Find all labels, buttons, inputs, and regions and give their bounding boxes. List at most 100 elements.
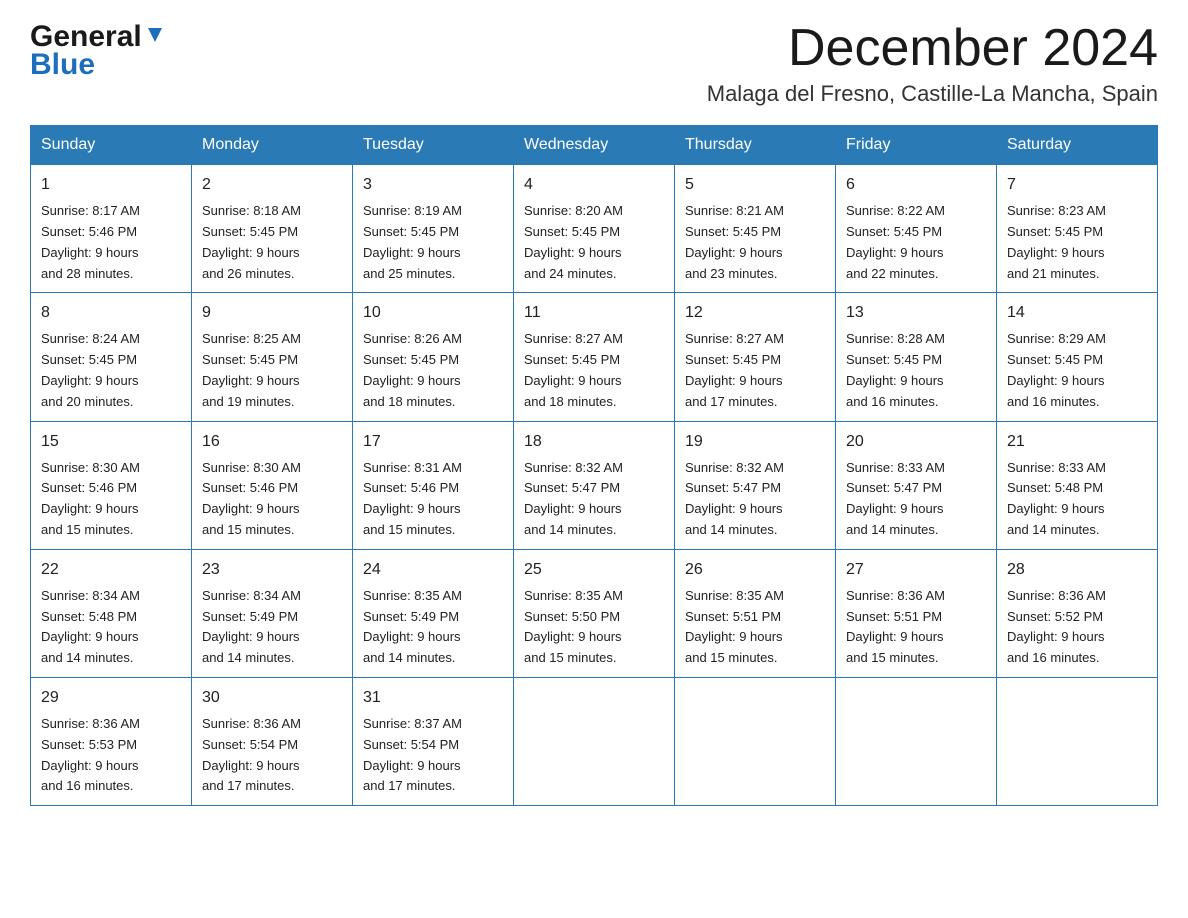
table-row: 31 Sunrise: 8:37 AMSunset: 5:54 PMDaylig…	[353, 677, 514, 805]
table-row: 24 Sunrise: 8:35 AMSunset: 5:49 PMDaylig…	[353, 549, 514, 677]
day-number: 19	[685, 430, 825, 454]
day-info: Sunrise: 8:28 AMSunset: 5:45 PMDaylight:…	[846, 331, 945, 408]
day-number: 28	[1007, 558, 1147, 582]
title-section: December 2024 Malaga del Fresno, Castill…	[707, 20, 1158, 107]
day-info: Sunrise: 8:21 AMSunset: 5:45 PMDaylight:…	[685, 203, 784, 280]
table-row: 14 Sunrise: 8:29 AMSunset: 5:45 PMDaylig…	[997, 293, 1158, 421]
day-info: Sunrise: 8:27 AMSunset: 5:45 PMDaylight:…	[685, 331, 784, 408]
table-row: 15 Sunrise: 8:30 AMSunset: 5:46 PMDaylig…	[31, 421, 192, 549]
day-number: 16	[202, 430, 342, 454]
calendar-week-row: 1 Sunrise: 8:17 AMSunset: 5:46 PMDayligh…	[31, 165, 1158, 293]
header-thursday: Thursday	[675, 126, 836, 165]
day-info: Sunrise: 8:36 AMSunset: 5:51 PMDaylight:…	[846, 588, 945, 665]
day-info: Sunrise: 8:25 AMSunset: 5:45 PMDaylight:…	[202, 331, 301, 408]
table-row: 22 Sunrise: 8:34 AMSunset: 5:48 PMDaylig…	[31, 549, 192, 677]
day-number: 20	[846, 430, 986, 454]
header-wednesday: Wednesday	[514, 126, 675, 165]
day-info: Sunrise: 8:30 AMSunset: 5:46 PMDaylight:…	[41, 460, 140, 537]
month-title: December 2024	[707, 20, 1158, 77]
day-number: 24	[363, 558, 503, 582]
table-row	[997, 677, 1158, 805]
day-info: Sunrise: 8:37 AMSunset: 5:54 PMDaylight:…	[363, 716, 462, 793]
table-row	[836, 677, 997, 805]
day-info: Sunrise: 8:36 AMSunset: 5:53 PMDaylight:…	[41, 716, 140, 793]
table-row: 29 Sunrise: 8:36 AMSunset: 5:53 PMDaylig…	[31, 677, 192, 805]
table-row: 21 Sunrise: 8:33 AMSunset: 5:48 PMDaylig…	[997, 421, 1158, 549]
table-row: 25 Sunrise: 8:35 AMSunset: 5:50 PMDaylig…	[514, 549, 675, 677]
day-info: Sunrise: 8:19 AMSunset: 5:45 PMDaylight:…	[363, 203, 462, 280]
table-row: 3 Sunrise: 8:19 AMSunset: 5:45 PMDayligh…	[353, 165, 514, 293]
logo-blue: Blue	[30, 48, 95, 82]
table-row: 10 Sunrise: 8:26 AMSunset: 5:45 PMDaylig…	[353, 293, 514, 421]
day-number: 3	[363, 173, 503, 197]
table-row: 12 Sunrise: 8:27 AMSunset: 5:45 PMDaylig…	[675, 293, 836, 421]
day-number: 18	[524, 430, 664, 454]
table-row: 7 Sunrise: 8:23 AMSunset: 5:45 PMDayligh…	[997, 165, 1158, 293]
day-info: Sunrise: 8:32 AMSunset: 5:47 PMDaylight:…	[524, 460, 623, 537]
table-row: 11 Sunrise: 8:27 AMSunset: 5:45 PMDaylig…	[514, 293, 675, 421]
table-row: 9 Sunrise: 8:25 AMSunset: 5:45 PMDayligh…	[192, 293, 353, 421]
logo-arrow-icon	[144, 24, 166, 46]
day-info: Sunrise: 8:31 AMSunset: 5:46 PMDaylight:…	[363, 460, 462, 537]
day-number: 13	[846, 301, 986, 325]
table-row	[514, 677, 675, 805]
day-number: 10	[363, 301, 503, 325]
day-number: 30	[202, 686, 342, 710]
calendar-table: Sunday Monday Tuesday Wednesday Thursday…	[30, 125, 1158, 806]
day-number: 17	[363, 430, 503, 454]
day-info: Sunrise: 8:26 AMSunset: 5:45 PMDaylight:…	[363, 331, 462, 408]
table-row: 28 Sunrise: 8:36 AMSunset: 5:52 PMDaylig…	[997, 549, 1158, 677]
location-title: Malaga del Fresno, Castille-La Mancha, S…	[707, 81, 1158, 107]
day-number: 27	[846, 558, 986, 582]
table-row: 5 Sunrise: 8:21 AMSunset: 5:45 PMDayligh…	[675, 165, 836, 293]
logo: General Blue	[30, 20, 166, 82]
day-info: Sunrise: 8:23 AMSunset: 5:45 PMDaylight:…	[1007, 203, 1106, 280]
header-friday: Friday	[836, 126, 997, 165]
table-row: 1 Sunrise: 8:17 AMSunset: 5:46 PMDayligh…	[31, 165, 192, 293]
day-number: 14	[1007, 301, 1147, 325]
day-number: 9	[202, 301, 342, 325]
table-row: 19 Sunrise: 8:32 AMSunset: 5:47 PMDaylig…	[675, 421, 836, 549]
day-number: 4	[524, 173, 664, 197]
day-number: 15	[41, 430, 181, 454]
day-info: Sunrise: 8:30 AMSunset: 5:46 PMDaylight:…	[202, 460, 301, 537]
calendar-week-row: 8 Sunrise: 8:24 AMSunset: 5:45 PMDayligh…	[31, 293, 1158, 421]
day-number: 23	[202, 558, 342, 582]
table-row: 23 Sunrise: 8:34 AMSunset: 5:49 PMDaylig…	[192, 549, 353, 677]
day-info: Sunrise: 8:32 AMSunset: 5:47 PMDaylight:…	[685, 460, 784, 537]
day-info: Sunrise: 8:33 AMSunset: 5:48 PMDaylight:…	[1007, 460, 1106, 537]
table-row: 30 Sunrise: 8:36 AMSunset: 5:54 PMDaylig…	[192, 677, 353, 805]
table-row: 18 Sunrise: 8:32 AMSunset: 5:47 PMDaylig…	[514, 421, 675, 549]
day-info: Sunrise: 8:36 AMSunset: 5:54 PMDaylight:…	[202, 716, 301, 793]
day-info: Sunrise: 8:35 AMSunset: 5:51 PMDaylight:…	[685, 588, 784, 665]
calendar-header-row: Sunday Monday Tuesday Wednesday Thursday…	[31, 126, 1158, 165]
day-number: 12	[685, 301, 825, 325]
calendar-week-row: 22 Sunrise: 8:34 AMSunset: 5:48 PMDaylig…	[31, 549, 1158, 677]
day-number: 6	[846, 173, 986, 197]
table-row: 2 Sunrise: 8:18 AMSunset: 5:45 PMDayligh…	[192, 165, 353, 293]
header-monday: Monday	[192, 126, 353, 165]
day-info: Sunrise: 8:18 AMSunset: 5:45 PMDaylight:…	[202, 203, 301, 280]
table-row: 13 Sunrise: 8:28 AMSunset: 5:45 PMDaylig…	[836, 293, 997, 421]
page-header: General Blue December 2024 Malaga del Fr…	[30, 20, 1158, 107]
table-row: 16 Sunrise: 8:30 AMSunset: 5:46 PMDaylig…	[192, 421, 353, 549]
calendar-week-row: 15 Sunrise: 8:30 AMSunset: 5:46 PMDaylig…	[31, 421, 1158, 549]
day-info: Sunrise: 8:33 AMSunset: 5:47 PMDaylight:…	[846, 460, 945, 537]
table-row: 26 Sunrise: 8:35 AMSunset: 5:51 PMDaylig…	[675, 549, 836, 677]
day-info: Sunrise: 8:35 AMSunset: 5:49 PMDaylight:…	[363, 588, 462, 665]
day-number: 21	[1007, 430, 1147, 454]
day-info: Sunrise: 8:20 AMSunset: 5:45 PMDaylight:…	[524, 203, 623, 280]
day-info: Sunrise: 8:34 AMSunset: 5:49 PMDaylight:…	[202, 588, 301, 665]
day-info: Sunrise: 8:27 AMSunset: 5:45 PMDaylight:…	[524, 331, 623, 408]
day-number: 11	[524, 301, 664, 325]
day-number: 2	[202, 173, 342, 197]
day-number: 5	[685, 173, 825, 197]
table-row	[675, 677, 836, 805]
header-sunday: Sunday	[31, 126, 192, 165]
table-row: 20 Sunrise: 8:33 AMSunset: 5:47 PMDaylig…	[836, 421, 997, 549]
header-tuesday: Tuesday	[353, 126, 514, 165]
header-saturday: Saturday	[997, 126, 1158, 165]
day-number: 1	[41, 173, 181, 197]
table-row: 17 Sunrise: 8:31 AMSunset: 5:46 PMDaylig…	[353, 421, 514, 549]
table-row: 6 Sunrise: 8:22 AMSunset: 5:45 PMDayligh…	[836, 165, 997, 293]
